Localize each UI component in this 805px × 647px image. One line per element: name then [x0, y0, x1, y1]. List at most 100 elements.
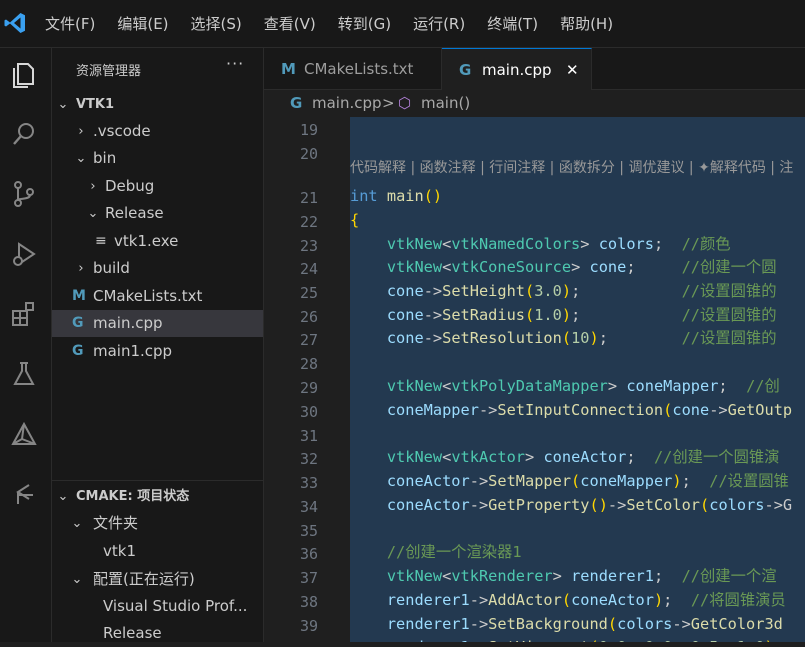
- code-line[interactable]: coneActor->GetProperty()->SetColor(color…: [350, 494, 792, 516]
- tree-item-label: Debug: [105, 177, 155, 195]
- breadcrumb: G main.cpp > ⬡ main(): [264, 90, 805, 117]
- chevron-down-icon: ⌄: [75, 151, 87, 166]
- run-debug-icon[interactable]: [6, 236, 42, 272]
- cmake-section-header[interactable]: ⌄ CMAKE: 项目状态: [52, 483, 263, 510]
- tree-item-label: vtk1.exe: [114, 232, 179, 250]
- cmake-icon[interactable]: [6, 416, 42, 452]
- chevron-right-icon: ›: [78, 261, 84, 276]
- tree-item-main-cpp[interactable]: G main.cpp: [52, 310, 263, 337]
- code-line[interactable]: vtkNew<vtkConeSource> cone; //创建一个圆: [350, 256, 777, 278]
- cmake-config-value[interactable]: Visual Studio Prof...: [52, 593, 263, 620]
- line-number: 22: [299, 213, 318, 231]
- code-line[interactable]: {: [350, 209, 359, 231]
- menu-selection[interactable]: 选择(S): [180, 0, 253, 48]
- code-line[interactable]: cone->SetRadius(1.0); //设置圆锥的: [350, 304, 777, 326]
- tree-item-cmakelists[interactable]: M CMakeLists.txt: [52, 283, 263, 310]
- more-actions-icon[interactable]: ···: [226, 54, 244, 73]
- tree-item-debug[interactable]: › Debug: [52, 173, 263, 200]
- tree-item-bin[interactable]: ⌄ bin: [52, 145, 263, 172]
- tree-item-release[interactable]: ⌄ Release: [52, 200, 263, 227]
- tree-item-vtk1-exe[interactable]: ≡ vtk1.exe: [52, 228, 263, 255]
- tree-item-main1-cpp[interactable]: G main1.cpp: [52, 338, 263, 365]
- line-number: 37: [299, 569, 318, 587]
- testing-icon[interactable]: [6, 356, 42, 392]
- line-number: 27: [299, 331, 318, 349]
- breadcrumb-symbol[interactable]: main(): [421, 90, 470, 117]
- line-number: 35: [299, 522, 318, 540]
- breadcrumb-separator: >: [382, 94, 395, 112]
- code-line[interactable]: renderer1->SetViewport(0.0, 0.0, 0.5, 1.…: [350, 636, 783, 642]
- chevron-down-icon: ⌄: [57, 489, 69, 504]
- cmake-config-item[interactable]: ⌄ 配置(正在运行): [52, 566, 263, 593]
- code-editor[interactable]: 代码解释 | 函数注释 | 行间注释 | 函数拆分 | 调优建议 | ✦解释代码…: [264, 117, 805, 642]
- cpp-file-icon: G: [72, 315, 84, 331]
- code-line[interactable]: int main(): [350, 185, 442, 207]
- workspace-header[interactable]: ⌄ VTK1: [52, 91, 263, 118]
- line-number: 20: [299, 145, 318, 163]
- cmake-folder-value[interactable]: vtk1: [52, 538, 263, 565]
- cmake-kit-name: Visual Studio Prof...: [103, 597, 248, 615]
- code-line[interactable]: cone->SetHeight(3.0); //设置圆锥的: [350, 280, 777, 302]
- code-line[interactable]: vtkNew<vtkActor> coneActor; //创建一个圆锥演: [350, 446, 780, 468]
- cpp-file-icon: G: [459, 61, 472, 79]
- chevron-down-icon: ⌄: [57, 97, 69, 112]
- line-number: 29: [299, 379, 318, 397]
- line-number: 33: [299, 474, 318, 492]
- tab-main-cpp[interactable]: G main.cpp ✕: [442, 48, 592, 90]
- tab-cmakelists[interactable]: M CMakeLists.txt: [264, 48, 442, 90]
- code-line[interactable]: renderer1->AddActor(coneActor); //将圆锥演员: [350, 589, 786, 611]
- remote-icon[interactable]: [6, 476, 42, 512]
- code-line[interactable]: renderer1->SetBackground(colors->GetColo…: [350, 613, 783, 635]
- activity-bar: [0, 48, 52, 642]
- extensions-icon[interactable]: [6, 296, 42, 332]
- menu-go[interactable]: 转到(G): [327, 0, 402, 48]
- cmake-folder-name: vtk1: [103, 542, 136, 560]
- menu-bar: 文件(F) 编辑(E) 选择(S) 查看(V) 转到(G) 运行(R) 终端(T…: [34, 0, 624, 48]
- code-line[interactable]: vtkNew<vtkRenderer> renderer1; //创建一个渲: [350, 565, 777, 587]
- file-lines-icon: ≡: [95, 233, 107, 249]
- line-number: 25: [299, 284, 318, 302]
- search-icon[interactable]: [6, 116, 42, 152]
- line-number: 26: [299, 308, 318, 326]
- line-number: 39: [299, 617, 318, 635]
- symbol-method-icon: ⬡: [398, 94, 412, 112]
- tree-item-vscode[interactable]: › .vscode: [52, 118, 263, 145]
- source-control-icon[interactable]: [6, 176, 42, 212]
- breadcrumb-file[interactable]: main.cpp: [312, 90, 382, 117]
- cpp-file-icon: G: [290, 94, 303, 112]
- tree-item-label: .vscode: [93, 122, 151, 140]
- menu-edit[interactable]: 编辑(E): [106, 0, 179, 48]
- code-line[interactable]: coneMapper->SetInputConnection(cone->Get…: [350, 399, 792, 421]
- chevron-right-icon: ›: [90, 179, 96, 194]
- tree-item-build[interactable]: › build: [52, 255, 263, 282]
- section-divider: [52, 480, 263, 481]
- line-number: 28: [299, 355, 318, 373]
- tree-item-label: build: [93, 259, 130, 277]
- cmake-config-label: 配置(正在运行): [93, 570, 195, 588]
- line-number: 34: [299, 498, 318, 516]
- code-line[interactable]: //创建一个渲染器1: [350, 541, 522, 563]
- cmake-build-type[interactable]: Release: [52, 620, 263, 647]
- line-number: 36: [299, 545, 318, 563]
- explorer-sidebar: 资源管理器 ··· ⌄ VTK1 › .vscode ⌄ bin › Debug…: [52, 48, 264, 642]
- tab-label: CMakeLists.txt: [304, 60, 414, 78]
- menu-terminal[interactable]: 终端(T): [476, 0, 549, 48]
- line-number: 30: [299, 403, 318, 421]
- workspace-label: VTK1: [76, 97, 115, 112]
- code-line[interactable]: vtkNew<vtkPolyDataMapper> coneMapper; //…: [350, 375, 780, 397]
- code-line[interactable]: cone->SetResolution(10); //设置圆锥的: [350, 327, 777, 349]
- menu-view[interactable]: 查看(V): [253, 0, 327, 48]
- codelens-actions[interactable]: 代码解释 | 函数注释 | 行间注释 | 函数拆分 | 调优建议 | ✦解释代码…: [350, 157, 793, 177]
- cmake-build-type-label: Release: [103, 624, 162, 642]
- tree-item-label: CMakeLists.txt: [93, 287, 203, 305]
- explorer-icon[interactable]: [6, 56, 42, 92]
- close-icon[interactable]: ✕: [566, 49, 579, 91]
- code-line[interactable]: vtkNew<vtkNamedColors> colors; //颜色: [350, 233, 731, 255]
- menu-help[interactable]: 帮助(H): [549, 0, 624, 48]
- cmake-folder-item[interactable]: ⌄ 文件夹: [52, 510, 263, 537]
- line-number: 31: [299, 427, 318, 445]
- menu-run[interactable]: 运行(R): [402, 0, 476, 48]
- code-line[interactable]: coneActor->SetMapper(coneMapper); //设置圆锥: [350, 470, 789, 492]
- menu-file[interactable]: 文件(F): [34, 0, 106, 48]
- chevron-down-icon: ⌄: [71, 572, 83, 587]
